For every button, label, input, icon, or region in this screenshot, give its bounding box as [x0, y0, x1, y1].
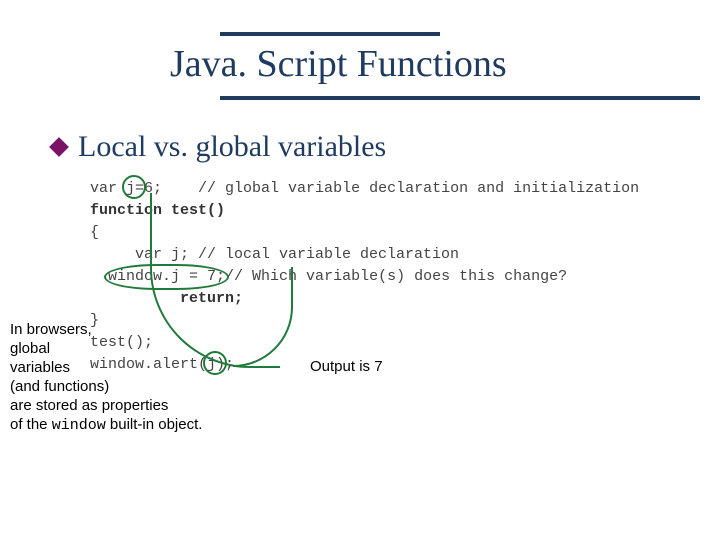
code-l2: function test()	[90, 202, 225, 219]
title-rule-top	[220, 32, 440, 36]
annotation-line: of the window built-in object.	[10, 415, 260, 435]
code-l5b: // Which variable(s) does this change?	[225, 268, 567, 285]
annotation-line: (and functions)	[10, 377, 260, 396]
code-l6: return;	[90, 290, 243, 307]
annotation-line: global	[10, 339, 260, 358]
code-l3: {	[90, 224, 99, 241]
annotation-line: variables	[10, 358, 260, 377]
annotation-text: built-in object.	[106, 416, 203, 433]
annotation-mono: window	[52, 417, 106, 434]
annotation-output: Output is 7	[310, 358, 383, 375]
diamond-bullet-icon	[49, 137, 69, 157]
code-l4: var j; // local variable declaration	[90, 246, 459, 263]
annotation-line: In browsers,	[10, 320, 260, 339]
section-heading-text: Local vs. global variables	[78, 130, 386, 164]
title-rule-bottom	[220, 96, 700, 100]
annotation-line: are stored as properties	[10, 396, 260, 415]
code-j-top-circled: j	[126, 178, 135, 200]
annotation-text: of the	[10, 416, 52, 433]
slide: Java. Script Functions Local vs. global …	[0, 0, 720, 540]
code-l1b: =6; // global variable declaration and i…	[135, 180, 639, 197]
slide-title: Java. Script Functions	[170, 42, 507, 86]
annotation-window-object: In browsers, global variables (and funct…	[10, 320, 260, 435]
code-window-assign-circled: window.j = 7;	[108, 266, 225, 288]
code-l1a: var	[90, 180, 126, 197]
section-heading: Local vs. global variables	[52, 130, 386, 164]
